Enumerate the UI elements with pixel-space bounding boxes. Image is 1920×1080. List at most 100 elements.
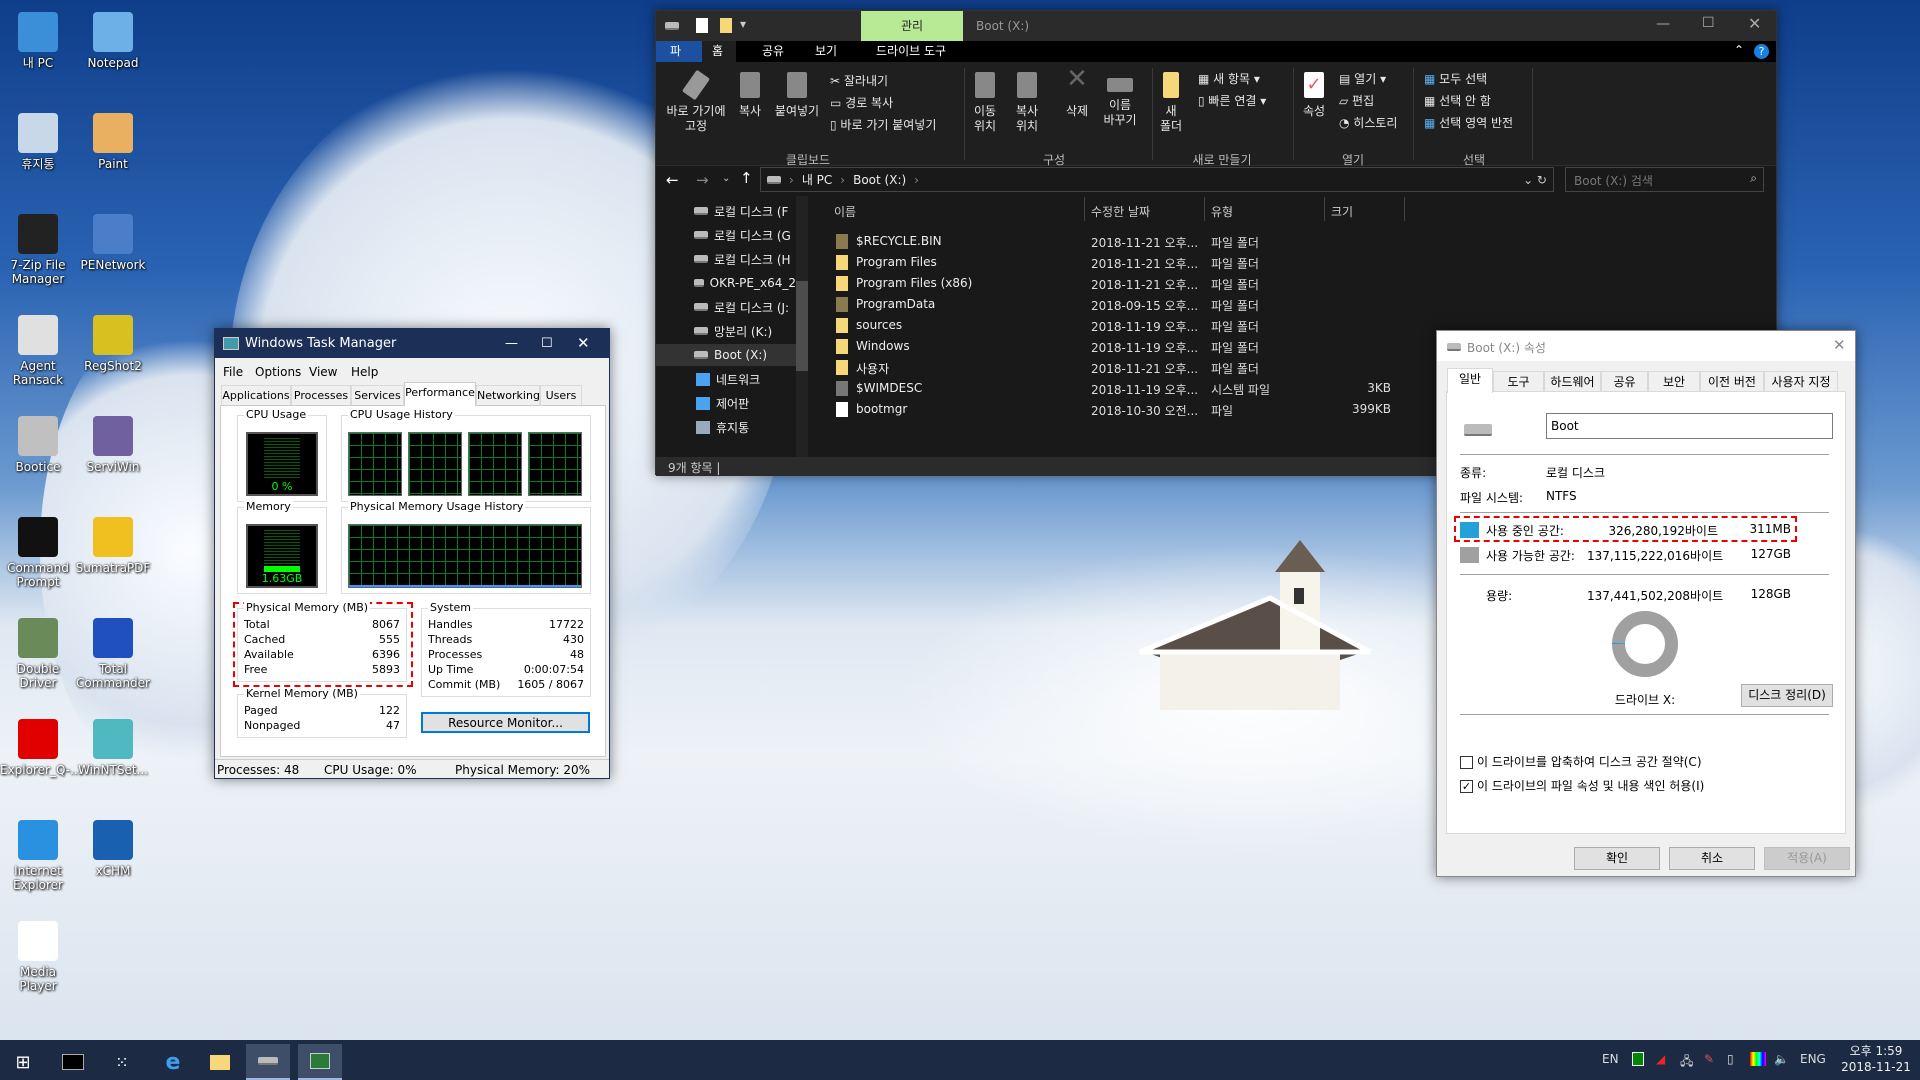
tab-tools[interactable]: 도구 <box>1493 371 1544 392</box>
resource-monitor-button[interactable]: Resource Monitor... <box>421 712 590 733</box>
select-all-button[interactable]: ▦ 모두 선택 <box>1424 70 1487 87</box>
tab-processes[interactable]: Processes <box>291 385 351 405</box>
file-row[interactable]: 사용자 2018-11-21 오후... 파일 폴더 <box>834 357 1404 377</box>
tab-previous-versions[interactable]: 이전 버전 <box>1700 371 1764 392</box>
file-row[interactable]: Windows 2018-11-19 오후... 파일 폴더 <box>834 336 1404 356</box>
file-row[interactable]: Program Files (x86) 2018-11-21 오후... 파일 … <box>834 273 1404 293</box>
tab-general[interactable]: 일반 <box>1447 368 1493 393</box>
tab-customize[interactable]: 사용자 지정 <box>1764 371 1838 392</box>
paste-shortcut-button[interactable]: ▯ 바로 가기 붙여넣기 <box>830 116 936 133</box>
tab-sharing[interactable]: 공유 <box>1601 371 1648 392</box>
index-checkbox[interactable]: ✓ 이 드라이브의 파일 속성 및 내용 색인 허용(I) <box>1460 777 1704 794</box>
help-icon[interactable]: ? <box>1754 44 1769 59</box>
desktop-icon[interactable]: 휴지통 <box>0 113 76 171</box>
taskbar-file-explorer[interactable] <box>198 1044 242 1080</box>
move-to-button[interactable]: 이동 위치 <box>968 72 1002 134</box>
usb-tray-icon[interactable]: ▯ <box>1727 1052 1734 1066</box>
taskbar-command-prompt[interactable] <box>51 1044 95 1080</box>
task-manager-title-bar[interactable]: Windows Task Manager — ☐ ✕ <box>215 329 609 358</box>
history-button[interactable]: ◔ 히스토리 <box>1339 114 1397 131</box>
nav-item[interactable]: 로컬 디스크 (F <box>656 200 796 222</box>
search-input[interactable]: Boot (X:) 검색 ⌕ <box>1565 167 1764 192</box>
copy-path-button[interactable]: ▭ 경로 복사 <box>830 94 893 111</box>
desktop-icon[interactable]: PENetwork <box>75 214 151 272</box>
minimize-button[interactable]: — <box>505 329 518 358</box>
column-header-size[interactable]: 크기 <box>1331 203 1353 220</box>
desktop-icon[interactable]: SumatraPDF <box>75 517 151 575</box>
tab-services[interactable]: Services <box>351 385 404 405</box>
invert-selection-button[interactable]: ▦ 선택 영역 반전 <box>1424 114 1513 131</box>
volume-icon[interactable]: 🔈 <box>1774 1052 1789 1066</box>
dialog-title-bar[interactable]: Boot (X:) 속성 ✕ <box>1437 331 1855 361</box>
taskbar-task-view[interactable]: ⁙ <box>100 1044 144 1080</box>
tab-view[interactable]: 보기 <box>801 41 851 62</box>
display-tray-icon[interactable] <box>1750 1052 1766 1066</box>
recent-locations-button[interactable]: ⌄ <box>722 173 730 184</box>
compress-checkbox[interactable]: 이 드라이브를 압축하여 디스크 공간 절약(C) <box>1460 753 1702 770</box>
tab-networking[interactable]: Networking <box>476 385 540 405</box>
language-indicator[interactable]: ENG <box>1800 1052 1826 1066</box>
close-button[interactable]: ✕ <box>1748 14 1761 33</box>
nav-item[interactable]: 로컬 디스크 (H <box>656 248 796 270</box>
tab-security[interactable]: 보안 <box>1648 371 1700 392</box>
maximize-button[interactable]: ☐ <box>541 329 553 358</box>
taskbar-drive-properties[interactable] <box>246 1044 290 1080</box>
tab-hardware[interactable]: 하드웨어 <box>1544 371 1601 392</box>
input-language-indicator[interactable]: EN <box>1602 1052 1619 1066</box>
cancel-button[interactable]: 취소 <box>1669 847 1755 870</box>
tab-file[interactable]: 파일 <box>656 41 702 79</box>
file-row[interactable]: sources 2018-11-19 오후... 파일 폴더 <box>834 315 1404 335</box>
refresh-icon[interactable]: ⌄ ↻ <box>1523 173 1547 187</box>
pin-tray-icon[interactable]: ✎ <box>1704 1052 1714 1066</box>
menu-file[interactable]: File <box>223 365 243 379</box>
address-bar[interactable]: › 내 PC › Boot (X:) › ⌄ ↻ <box>760 167 1554 192</box>
up-button[interactable]: ↑ <box>740 169 753 187</box>
pin-to-quick-access-button[interactable]: 바로 가기에 고정 <box>660 69 732 134</box>
disk-cleanup-button[interactable]: 디스크 정리(D) <box>1741 684 1833 707</box>
tab-performance[interactable]: Performance <box>404 382 476 406</box>
desktop-icon[interactable]: Bootice <box>0 416 76 474</box>
nav-item[interactable]: Boot (X:) <box>656 344 796 366</box>
tab-applications[interactable]: Applications <box>221 385 291 405</box>
quick-access-dropdown-icon[interactable]: ▾ <box>740 17 746 31</box>
new-item-button[interactable]: ▦ 새 항목 ▾ <box>1198 70 1260 87</box>
desktop-icon[interactable]: Notepad <box>75 12 151 70</box>
file-row[interactable]: ProgramData 2018-09-15 오후... 파일 폴더 <box>834 294 1404 314</box>
maximize-button[interactable]: ☐ <box>1702 15 1715 31</box>
tab-share[interactable]: 공유 <box>748 41 798 62</box>
delete-button[interactable]: ✕ 삭제 <box>1060 66 1094 119</box>
desktop-icon[interactable]: Explorer_Q-... <box>0 719 82 777</box>
file-row[interactable]: $WIMDESC 2018-11-19 오후... 시스템 파일 3KB <box>834 378 1404 398</box>
nav-item[interactable]: 망분리 (K:) <box>656 320 796 342</box>
menu-help[interactable]: Help <box>351 365 378 379</box>
menu-view[interactable]: View <box>309 365 337 379</box>
desktop-icon[interactable]: 내 PC <box>0 12 76 70</box>
nav-item[interactable]: 휴지통 <box>678 416 796 438</box>
start-button[interactable]: ⊞ <box>1 1044 45 1080</box>
desktop-icon[interactable]: RegShot2 <box>75 315 151 373</box>
desktop-icon[interactable]: xCHM <box>75 820 151 878</box>
desktop-icon[interactable]: Total Commander <box>75 618 151 690</box>
minimize-button[interactable]: — <box>1656 16 1670 32</box>
nav-item[interactable]: OKR-PE_x64_2 <box>656 272 796 294</box>
close-button[interactable]: ✕ <box>577 329 590 358</box>
open-button[interactable]: ▤ 열기 ▾ <box>1339 70 1386 87</box>
ok-button[interactable]: 확인 <box>1574 847 1660 870</box>
properties-quick-icon[interactable] <box>696 18 708 33</box>
volume-label-input[interactable] <box>1546 413 1833 439</box>
nav-item[interactable]: 제어판 <box>678 392 796 414</box>
desktop-icon[interactable]: Agent Ransack <box>0 315 76 387</box>
forward-button[interactable]: → <box>696 171 709 189</box>
taskbar-internet-explorer[interactable]: e <box>151 1044 195 1080</box>
nav-scrollbar[interactable] <box>796 196 808 466</box>
column-header-type[interactable]: 유형 <box>1211 203 1233 220</box>
select-none-button[interactable]: ▦ 선택 안 함 <box>1424 92 1491 109</box>
rename-button[interactable]: 이름 바꾸기 <box>1100 72 1140 128</box>
cpu-meter-tray-icon[interactable] <box>1632 1052 1644 1066</box>
manage-context-tab[interactable]: 관리 <box>861 11 963 41</box>
network-meter-tray-icon[interactable]: ◢ <box>1656 1052 1665 1066</box>
clock[interactable]: 오후 1:59 2018-11-21 <box>1836 1043 1916 1075</box>
cut-button[interactable]: ✂ 잘라내기 <box>830 72 888 89</box>
column-header-name[interactable]: 이름 <box>834 203 856 220</box>
desktop-icon[interactable]: WinNTSet... <box>75 719 151 777</box>
